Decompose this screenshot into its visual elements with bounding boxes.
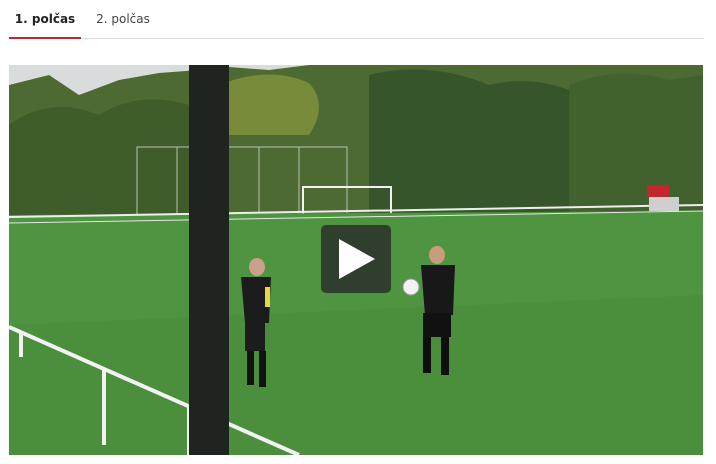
play-button[interactable] [321, 225, 391, 293]
tab-second-half[interactable]: 2. polčas [91, 0, 155, 38]
video-player[interactable] [9, 65, 703, 455]
half-tabs: 1. polčas 2. polčas [9, 0, 703, 39]
tab-first-half[interactable]: 1. polčas [9, 0, 81, 39]
play-icon [339, 239, 375, 279]
